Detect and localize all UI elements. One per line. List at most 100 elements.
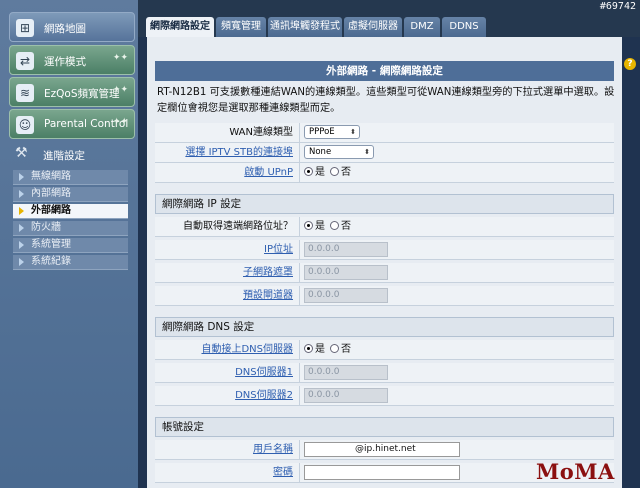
- ip-auto-cell: 是 否: [299, 217, 611, 236]
- username-label: 用戶名稱: [253, 444, 293, 455]
- username-value: @ip.hinet.net: [355, 444, 416, 454]
- radio-label: 是: [315, 167, 325, 178]
- sparkle-icon: ✦✦: [112, 53, 128, 63]
- wrench-icon: ⚒: [15, 145, 28, 161]
- sidebar-item-label: 系統紀錄: [31, 256, 71, 267]
- wan-type-cell: PPPoE ⬍: [299, 123, 611, 142]
- dns1-input[interactable]: 0.0.0.0: [304, 365, 388, 380]
- radio-dot: [330, 167, 339, 176]
- sidebar-item-label: 外部網路: [31, 205, 71, 216]
- iptv-value: None: [309, 147, 332, 157]
- ip-auto-label: 自動取得遠端網路位址？: [183, 221, 293, 232]
- radio-dot: [330, 221, 339, 230]
- sidebar-item-system-log[interactable]: 系統紀錄: [13, 255, 128, 270]
- subnet-mask-input[interactable]: 0.0.0.0: [304, 265, 388, 280]
- triangle-bullet-icon: [19, 207, 24, 215]
- iptv-cell: None ⬍: [299, 143, 611, 162]
- ip-auto-no-radio[interactable]: 否: [330, 220, 351, 233]
- tab-ddns[interactable]: DDNS: [442, 17, 486, 37]
- moma-watermark: MoMA: [536, 459, 615, 484]
- sidebar-item-label: 無線網路: [31, 171, 71, 182]
- sidebar-item-ezqos[interactable]: ≋ EzQoS頻寬管理 ✦✦: [9, 77, 135, 107]
- radio-dot: [304, 167, 313, 176]
- dns2-input[interactable]: 0.0.0.0: [304, 388, 388, 403]
- dropdown-arrow-icon: ⬍: [350, 128, 356, 136]
- gateway-cell: 0.0.0.0: [299, 286, 611, 305]
- network-map-icon: ⊞: [16, 19, 34, 37]
- radio-label: 否: [341, 167, 351, 178]
- sidebar-item-parental-control[interactable]: ☺ Parental Control ✦✦: [9, 109, 135, 139]
- triangle-bullet-icon: [19, 224, 24, 232]
- dns-auto-no-radio[interactable]: 否: [330, 343, 351, 356]
- wan-type-row: WAN連線類型 PPPoE ⬍: [155, 123, 614, 143]
- password-label: 密碼: [273, 467, 293, 478]
- sidebar-item-wan[interactable]: 外部網路: [13, 204, 128, 219]
- ip-address-input[interactable]: 0.0.0.0: [304, 242, 388, 257]
- upnp-cell: 是 否: [299, 163, 611, 182]
- sparkle-icon: ✦✦: [112, 85, 128, 95]
- ip-address-row: IP位址 0.0.0.0: [155, 240, 614, 260]
- parental-control-icon: ☺: [16, 116, 34, 134]
- upnp-row: 啟動 UPnP 是 否: [155, 163, 614, 183]
- dropdown-arrow-icon: ⬍: [364, 148, 370, 156]
- radio-dot: [330, 344, 339, 353]
- subnet-mask-row: 子網路遮罩 0.0.0.0: [155, 263, 614, 283]
- intro-text: RT-N12B1 可支援數種連結WAN的連線類型。這些類型可從WAN連線類型旁的…: [157, 87, 615, 114]
- triangle-bullet-icon: [19, 258, 24, 266]
- subnet-mask-label: 子網路遮罩: [243, 267, 293, 278]
- corner-id-label: #69742: [599, 1, 636, 12]
- sidebar: ⊞ 網路地圖 ⇄ 運作模式 ✦✦ ≋ EzQoS頻寬管理 ✦✦ ☺ Parent…: [0, 0, 138, 488]
- radio-label: 是: [315, 344, 325, 355]
- password-input[interactable]: [304, 465, 460, 480]
- tab-port-trigger[interactable]: 通訊埠觸發程式: [268, 17, 342, 37]
- tab-dmz[interactable]: DMZ: [404, 17, 440, 37]
- page-title: 外部網路 - 網際網路設定: [155, 61, 614, 81]
- upnp-label: 啟動 UPnP: [244, 167, 293, 178]
- triangle-bullet-icon: [19, 190, 24, 198]
- sidebar-item-network-map[interactable]: ⊞ 網路地圖: [9, 12, 135, 42]
- wan-type-select[interactable]: PPPoE ⬍: [304, 125, 360, 139]
- upnp-no-radio[interactable]: 否: [330, 166, 351, 179]
- dns-auto-row: 自動接上DNS伺服器 是 否: [155, 340, 614, 360]
- radio-dot: [304, 221, 313, 230]
- sidebar-section-advanced: ⚒ 進階設定: [9, 140, 135, 168]
- wan-type-value: PPPoE: [309, 127, 335, 137]
- radio-label: 否: [341, 344, 351, 355]
- sparkle-icon: ✦✦: [112, 117, 128, 127]
- sidebar-item-firewall[interactable]: 防火牆: [13, 221, 128, 236]
- sidebar-item-label: 防火牆: [31, 222, 61, 233]
- dns1-row: DNS伺服器1 0.0.0.0: [155, 363, 614, 383]
- iptv-select[interactable]: None ⬍: [304, 145, 374, 159]
- dns-auto-yes-radio[interactable]: 是: [304, 343, 325, 356]
- help-icon[interactable]: ?: [624, 58, 636, 70]
- tab-internet-settings[interactable]: 網際網路設定: [146, 17, 214, 37]
- username-input[interactable]: @ip.hinet.net: [304, 442, 460, 457]
- sidebar-item-label: 運作模式: [44, 56, 86, 68]
- username-cell: @ip.hinet.net: [299, 440, 611, 459]
- dns-auto-label: 自動接上DNS伺服器: [201, 344, 293, 355]
- iptv-row: 選擇 IPTV STB的連接埠 None ⬍: [155, 143, 614, 163]
- wan-type-label: WAN連線類型: [229, 127, 293, 138]
- upnp-yes-radio[interactable]: 是: [304, 166, 325, 179]
- tab-bar: 網際網路設定 頻寬管理 通訊埠觸發程式 虛擬伺服器 DMZ DDNS #6974…: [138, 0, 640, 37]
- operation-mode-icon: ⇄: [16, 52, 34, 70]
- tab-virtual-server[interactable]: 虛擬伺服器: [344, 17, 402, 37]
- dns1-label: DNS伺服器1: [235, 367, 293, 378]
- ip-address-cell: 0.0.0.0: [299, 240, 611, 259]
- dns2-cell: 0.0.0.0: [299, 386, 611, 405]
- radio-label: 否: [341, 221, 351, 232]
- ip-auto-row: 自動取得遠端網路位址？ 是 否: [155, 217, 614, 237]
- sidebar-item-label: 內部網路: [31, 188, 71, 199]
- gateway-input[interactable]: 0.0.0.0: [304, 288, 388, 303]
- dns-auto-cell: 是 否: [299, 340, 611, 359]
- sidebar-item-wireless[interactable]: 無線網路: [13, 170, 128, 185]
- radio-label: 是: [315, 221, 325, 232]
- ip-auto-yes-radio[interactable]: 是: [304, 220, 325, 233]
- qos-icon: ≋: [16, 84, 34, 102]
- sidebar-item-system-admin[interactable]: 系統管理: [13, 238, 128, 253]
- tab-bandwidth[interactable]: 頻寬管理: [216, 17, 266, 37]
- sidebar-item-operation-mode[interactable]: ⇄ 運作模式 ✦✦: [9, 45, 135, 75]
- sidebar-item-label: 網路地圖: [44, 23, 86, 35]
- sidebar-item-lan[interactable]: 內部網路: [13, 187, 128, 202]
- dns-section-header: 網際網路 DNS 設定: [155, 317, 614, 337]
